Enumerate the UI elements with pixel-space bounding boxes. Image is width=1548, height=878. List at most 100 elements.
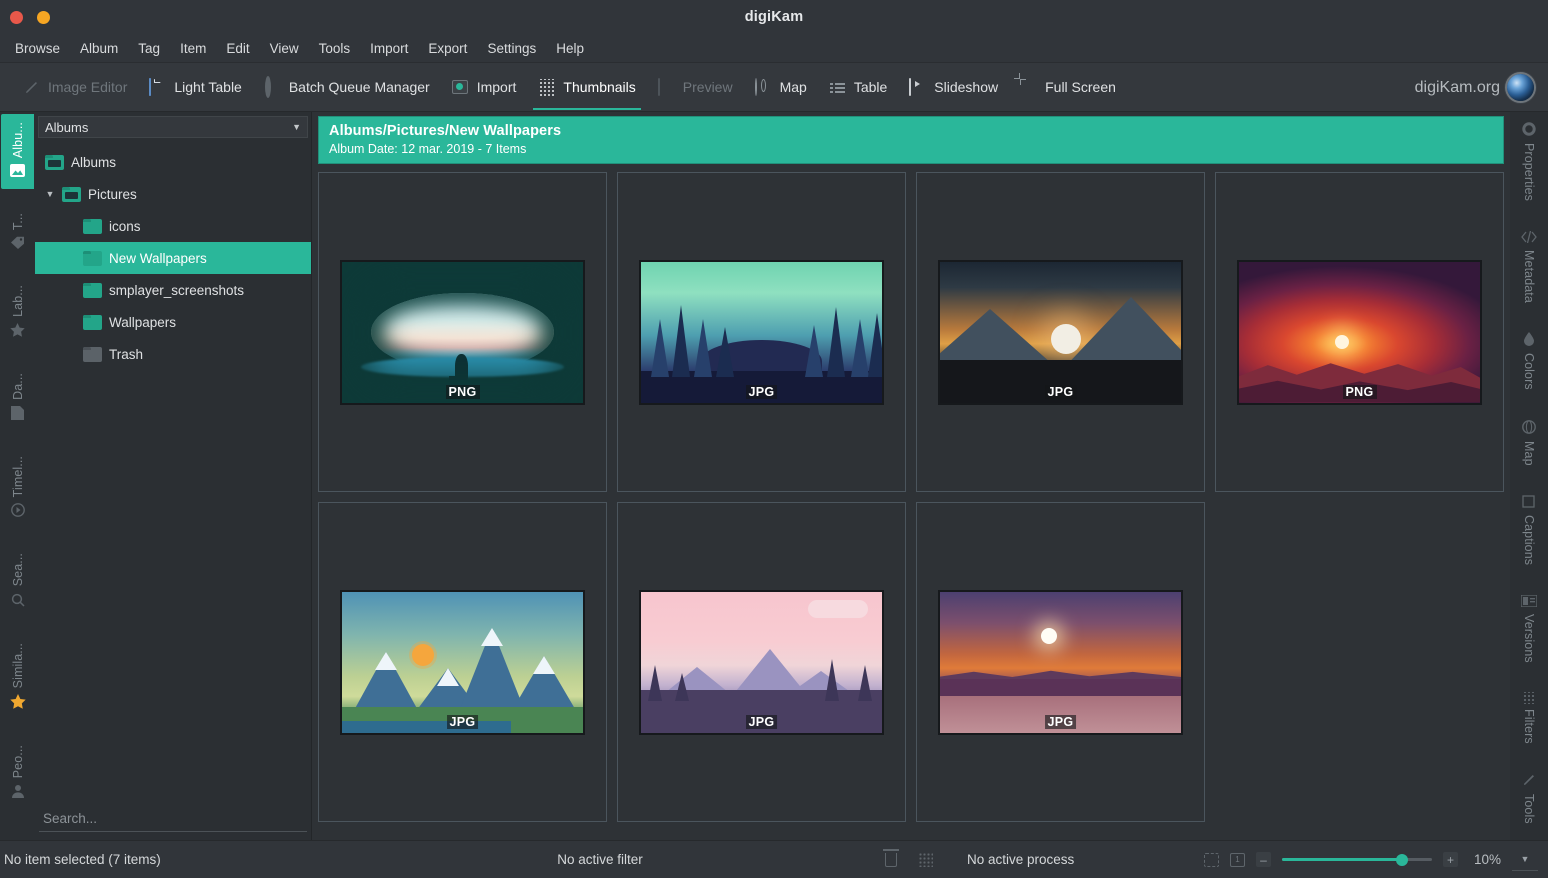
thumbnail-image[interactable]: JPG xyxy=(639,259,884,405)
thumbnail-cell[interactable]: PNG xyxy=(318,172,607,492)
tree-item-albums[interactable]: Albums xyxy=(35,146,311,178)
album-search-wrap: Search... xyxy=(35,800,311,840)
tree-item-pictures[interactable]: ▼ Pictures xyxy=(35,178,311,210)
sidebar-item-colors[interactable]: Colors xyxy=(1513,324,1546,406)
sidebar-item-captions-label: Captions xyxy=(1522,514,1536,565)
close-window-button[interactable] xyxy=(10,10,23,24)
toolbar-batch-queue-manager[interactable]: Batch Queue Manager xyxy=(253,63,441,112)
tree-item-icons[interactable]: icons xyxy=(35,210,311,242)
format-badge: JPG xyxy=(446,714,479,729)
grid-icon[interactable] xyxy=(919,852,933,867)
sidebar-item-properties-label: Properties xyxy=(1522,143,1536,201)
thumbnail-image[interactable]: JPG xyxy=(639,589,884,735)
sidebar-item-search[interactable]: Sea... xyxy=(1,545,34,618)
sidebar-item-filters[interactable]: Filters xyxy=(1513,684,1546,760)
filter-status: No active filter xyxy=(557,852,643,867)
toolbar-import[interactable]: Import xyxy=(441,63,528,112)
sidebar-item-metadata[interactable]: Metadata xyxy=(1513,223,1546,319)
tree-item-trash[interactable]: Trash xyxy=(35,338,311,370)
globe-icon xyxy=(1522,419,1536,436)
tree-item-albums-label: Albums xyxy=(71,154,117,170)
pencil-icon xyxy=(1522,773,1536,789)
preview-icon xyxy=(657,77,675,96)
menu-view[interactable]: View xyxy=(260,38,309,59)
menu-export[interactable]: Export xyxy=(418,38,477,59)
thumbnail-cell[interactable]: JPG xyxy=(916,502,1205,822)
album-date-count: Album Date: 12 mar. 2019 - 7 Items xyxy=(329,142,527,156)
zoom-slider-handle[interactable] xyxy=(1396,853,1408,866)
thumbnail-cell[interactable]: JPG xyxy=(617,172,906,492)
thumbnail-image[interactable]: JPG xyxy=(938,259,1183,405)
breadcrumb: Albums/Pictures/New Wallpapers xyxy=(329,123,562,139)
toolbar-full-screen[interactable]: Full Screen xyxy=(1009,63,1127,112)
menu-settings[interactable]: Settings xyxy=(477,38,546,59)
menu-browse[interactable]: Browse xyxy=(5,38,70,59)
chevron-down-icon[interactable]: ▼ xyxy=(45,189,55,199)
toolbar-map-label: Map xyxy=(779,79,807,95)
zoom-preset-dropdown[interactable]: ▼ xyxy=(1512,849,1538,871)
menu-album[interactable]: Album xyxy=(70,38,128,59)
sidebar-item-tags[interactable]: T... xyxy=(1,205,34,261)
minimize-window-button[interactable] xyxy=(37,10,50,24)
sidebar-item-labels[interactable]: Lab... xyxy=(1,277,34,349)
zoom-out-button[interactable]: – xyxy=(1256,852,1271,867)
sidebar-item-albums-label: Albu... xyxy=(10,122,25,159)
import-icon xyxy=(451,79,469,96)
sidebar-item-timeline[interactable]: Timel... xyxy=(1,448,34,529)
folder-icon xyxy=(83,218,102,234)
menu-tools[interactable]: Tools xyxy=(309,38,361,59)
tree-item-new-wallpapers[interactable]: New Wallpapers xyxy=(35,242,311,274)
sidebar-item-albums[interactable]: Albu... xyxy=(1,114,34,190)
fit-to-window-icon[interactable] xyxy=(1204,852,1219,867)
thumbnail-grid-scroll[interactable]: PNG JPG JPG PNG JPG JPG JPG xyxy=(318,164,1504,840)
menu-help[interactable]: Help xyxy=(546,38,594,59)
toolbar-light-table[interactable]: Light Table xyxy=(138,63,252,112)
zoom-100-icon[interactable]: 1 xyxy=(1230,852,1245,867)
thumbnail-image[interactable]: JPG xyxy=(340,589,585,735)
zoom-in-button[interactable]: + xyxy=(1443,852,1458,867)
albums-panel: Albums ▼ Albums ▼ Pictures icons New Wal… xyxy=(35,112,312,840)
sidebar-item-people[interactable]: Peo... xyxy=(1,737,34,810)
album-header: Albums/Pictures/New Wallpapers Album Dat… xyxy=(318,116,1504,164)
toolbar-table[interactable]: Table xyxy=(818,63,898,112)
trash-icon[interactable] xyxy=(883,848,899,867)
toolbar-preview[interactable]: Preview xyxy=(647,63,744,112)
menu-bar: Browse Album Tag Item Edit View Tools Im… xyxy=(0,34,1548,63)
sidebar-item-captions[interactable]: Captions xyxy=(1513,487,1546,581)
sidebar-item-map[interactable]: Map xyxy=(1513,412,1546,482)
toolbar-map[interactable]: Map xyxy=(744,63,818,112)
zoom-slider[interactable] xyxy=(1282,853,1432,867)
toolbar-image-editor[interactable]: Image Editor xyxy=(12,63,138,112)
menu-edit[interactable]: Edit xyxy=(216,38,259,59)
sidebar-item-dates[interactable]: Da... xyxy=(1,365,34,432)
thumbnail-cell[interactable]: JPG xyxy=(916,172,1205,492)
menu-item[interactable]: Item xyxy=(170,38,216,59)
album-view-selector[interactable]: Albums ▼ xyxy=(38,116,308,138)
chevron-down-icon: ▼ xyxy=(292,122,301,132)
thumbnail-image[interactable]: PNG xyxy=(340,259,585,405)
tree-item-wallpapers[interactable]: Wallpapers xyxy=(35,306,311,338)
tree-item-smplayer-screenshots[interactable]: smplayer_screenshots xyxy=(35,274,311,306)
sidebar-item-people-label: Peo... xyxy=(10,744,25,779)
date-icon xyxy=(11,406,24,422)
tree-item-smplayer-screenshots-label: smplayer_screenshots xyxy=(109,282,245,298)
folder-open-icon xyxy=(62,186,81,202)
toolbar-slideshow[interactable]: Slideshow xyxy=(898,63,1009,112)
sidebar-item-properties[interactable]: Properties xyxy=(1513,114,1546,217)
thumbnail-image[interactable]: PNG xyxy=(1237,259,1482,405)
menu-import[interactable]: Import xyxy=(360,38,418,59)
sidebar-item-similarity[interactable]: Simila... xyxy=(1,635,34,721)
menu-tag[interactable]: Tag xyxy=(128,38,170,59)
thumbnail-image[interactable]: JPG xyxy=(938,589,1183,735)
thumbnail-cell[interactable]: PNG xyxy=(1215,172,1504,492)
thumbnail-cell[interactable]: JPG xyxy=(318,502,607,822)
sidebar-item-versions[interactable]: Versions xyxy=(1513,587,1546,679)
toolbar-thumbnails[interactable]: Thumbnails xyxy=(527,63,646,112)
brand-link[interactable]: digiKam.org xyxy=(1415,63,1534,112)
search-input[interactable]: Search... xyxy=(39,806,307,832)
brand-label: digiKam.org xyxy=(1414,78,1500,96)
albums-root-icon xyxy=(45,154,64,170)
sidebar-item-tools[interactable]: Tools xyxy=(1513,765,1546,840)
toolbar-preview-label: Preview xyxy=(682,79,733,95)
thumbnail-cell[interactable]: JPG xyxy=(617,502,906,822)
